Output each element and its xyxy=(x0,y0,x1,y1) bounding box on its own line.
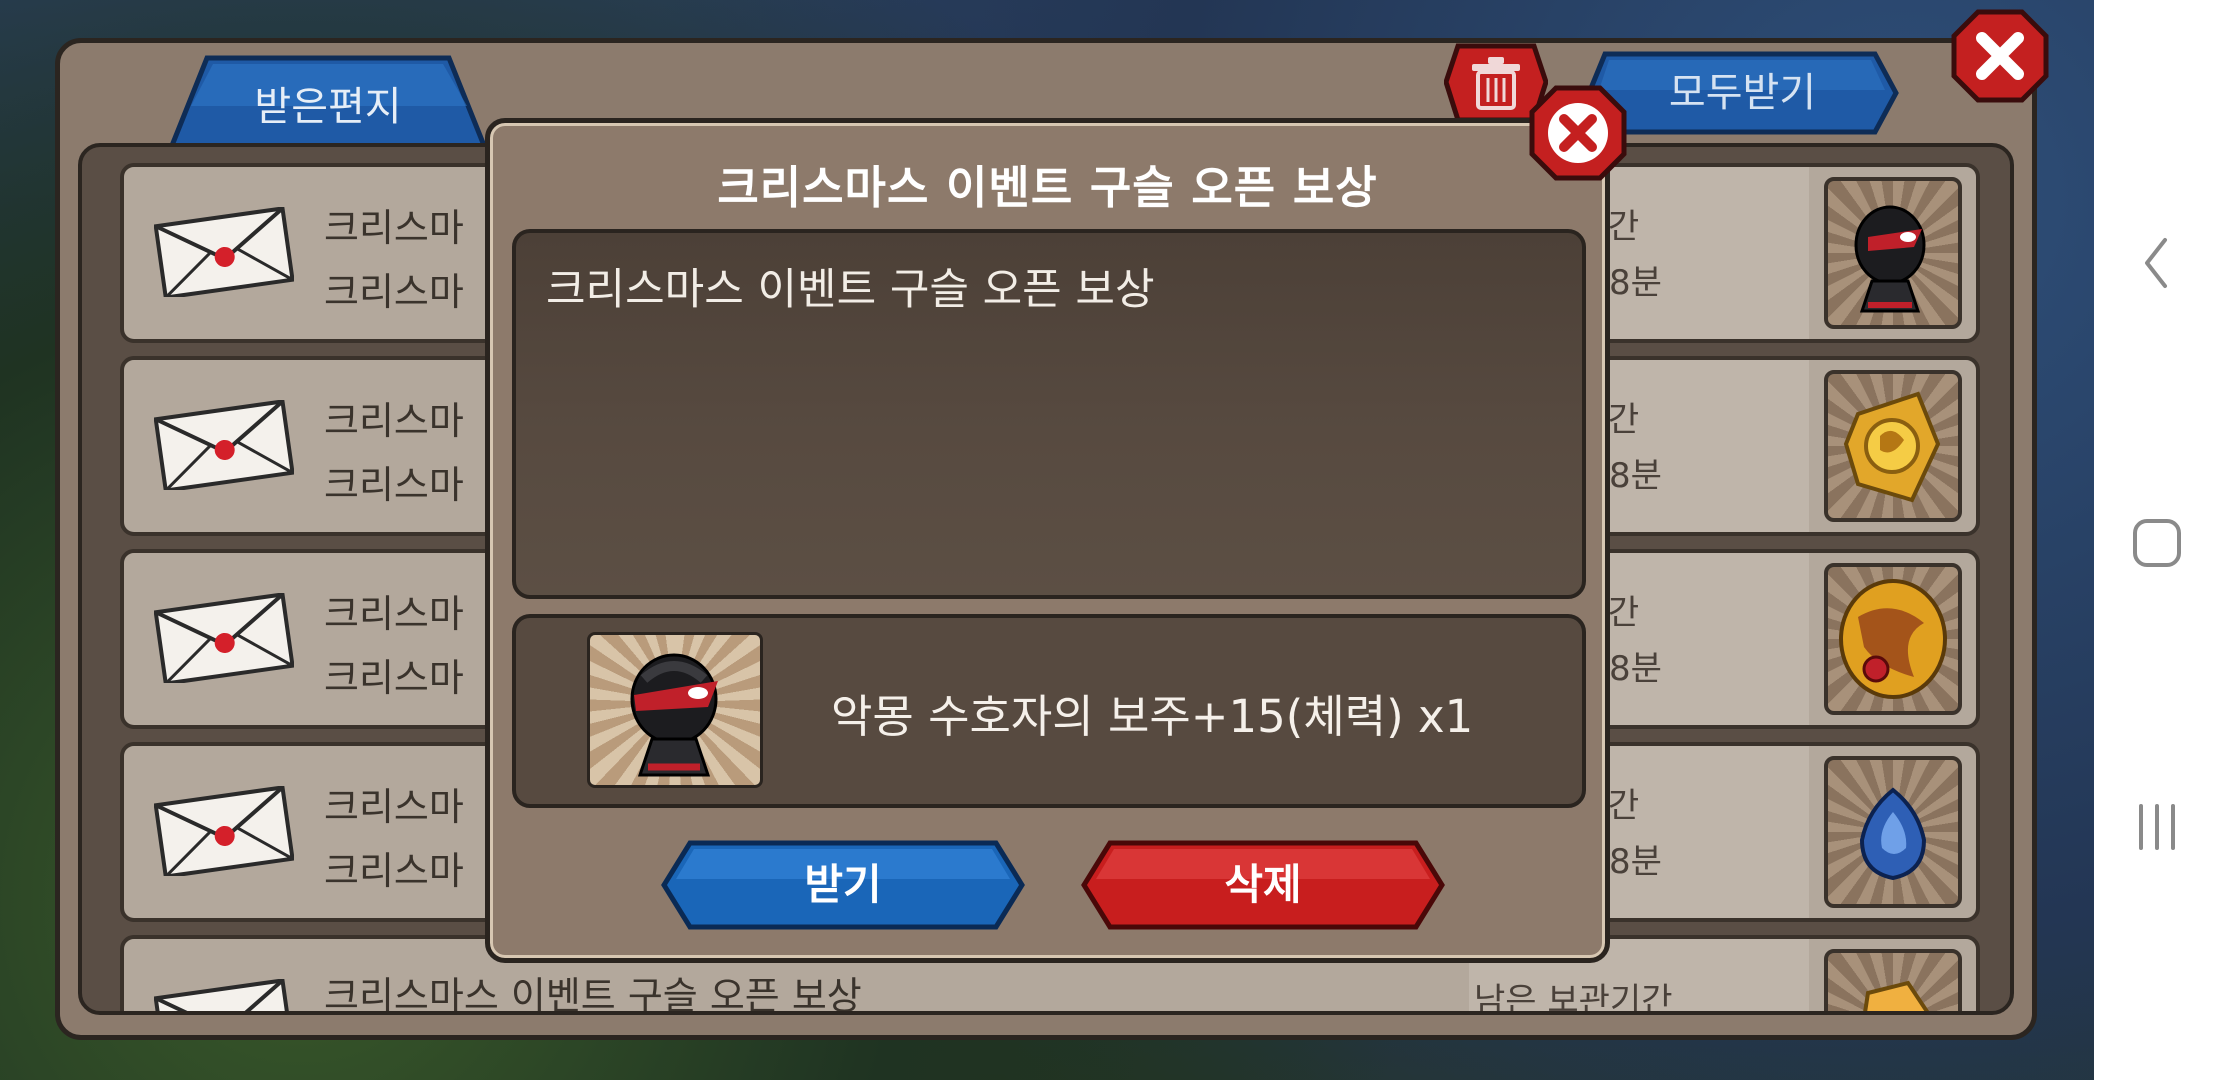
mail-item-slot xyxy=(1824,563,1962,715)
reward-item-text: 악몽 수호자의 보주+15(체력) x1 xyxy=(831,690,1474,743)
mail-title: 크리스마 xyxy=(324,785,464,829)
nav-recents-button[interactable] xyxy=(2094,782,2220,872)
nightmare-guardian-orb-icon xyxy=(630,653,718,777)
tab-received-label: 받은편지 xyxy=(254,84,402,130)
message-box: 크리스마스 이벤트 구슬 오픈 보상 xyxy=(512,229,1586,599)
mail-item-slot xyxy=(1824,370,1962,522)
gold-dragon-egg-icon xyxy=(1839,579,1947,699)
mail-subtitle: 크리스마 xyxy=(324,270,464,314)
envelope-icon xyxy=(154,786,294,876)
nav-home-button[interactable] xyxy=(2094,498,2220,588)
gold-ore-icon xyxy=(1863,980,1930,1011)
mail-title: 크리스마 xyxy=(324,206,464,250)
mail-title: 크리스마 xyxy=(324,592,464,636)
reward-box: 악몽 수호자의 보주+15(체력) x1 xyxy=(512,614,1586,808)
close-mailbox-button[interactable] xyxy=(1950,8,2050,104)
blue-flame-icon xyxy=(1859,787,1927,881)
close-icon xyxy=(1951,9,2049,103)
mail-title: 크리스마스 이벤트 구슬 오픈 보상 xyxy=(324,974,862,1015)
reward-dialog: 크리스마스 이벤트 구슬 오픈 보상 크리스마스 이벤트 구슬 오픈 보상 악몽… xyxy=(485,118,1610,963)
close-dialog-button[interactable] xyxy=(1528,84,1628,182)
message-text: 크리스마스 이벤트 구슬 오픈 보상 xyxy=(546,265,1155,315)
delete-label: 삭제 xyxy=(1224,860,1302,909)
mail-item-slot xyxy=(1824,177,1962,329)
claim-all-button[interactable]: 모두받기 xyxy=(1585,50,1900,136)
back-chevron-icon xyxy=(2145,238,2167,288)
mail-title: 크리스마 xyxy=(324,399,464,443)
nav-back-button[interactable] xyxy=(2094,218,2220,308)
nightmare-guardian-orb-icon xyxy=(1854,205,1926,313)
tab-received-mail[interactable]: 받은편지 xyxy=(167,52,489,151)
claim-all-label: 모두받기 xyxy=(1668,70,1817,116)
envelope-icon xyxy=(154,400,294,490)
reward-item-slot[interactable] xyxy=(587,632,763,788)
envelope-icon xyxy=(154,207,294,297)
system-navigation-bar xyxy=(2094,0,2220,1080)
envelope-icon xyxy=(154,979,294,1011)
expire-label: 남은 보관기간 xyxy=(1474,981,1673,1015)
recents-icon xyxy=(2139,804,2175,850)
mail-subtitle: 크리스마 xyxy=(324,849,464,893)
receive-label: 받기 xyxy=(804,860,882,909)
home-square-icon xyxy=(2133,519,2181,567)
mail-item-slot xyxy=(1824,756,1962,908)
mail-subtitle: 크리스마 xyxy=(324,656,464,700)
mail-subtitle: 크리스마 xyxy=(324,463,464,507)
mail-item-slot xyxy=(1824,949,1962,1011)
receive-button[interactable]: 받기 xyxy=(660,839,1026,931)
envelope-icon xyxy=(154,593,294,683)
delete-button[interactable]: 삭제 xyxy=(1080,839,1446,931)
gold-crest-icon xyxy=(1843,391,1941,503)
dialog-title: 크리스마스 이벤트 구슬 오픈 보상 xyxy=(717,161,1378,214)
close-icon xyxy=(1529,85,1627,181)
